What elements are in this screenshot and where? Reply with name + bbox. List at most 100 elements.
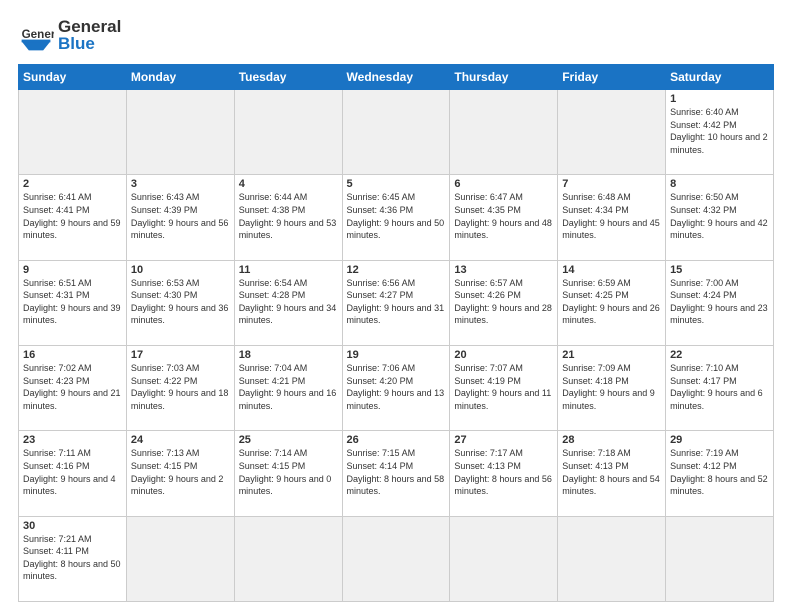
day-number: 7 <box>562 178 661 190</box>
day-info: Sunrise: 7:07 AM Sunset: 4:19 PM Dayligh… <box>454 362 553 412</box>
table-row <box>666 516 774 601</box>
table-row: 8Sunrise: 6:50 AM Sunset: 4:32 PM Daylig… <box>666 175 774 260</box>
day-number: 23 <box>23 434 122 446</box>
day-info: Sunrise: 7:03 AM Sunset: 4:22 PM Dayligh… <box>131 362 230 412</box>
day-info: Sunrise: 7:06 AM Sunset: 4:20 PM Dayligh… <box>347 362 446 412</box>
header-thursday: Thursday <box>450 65 558 90</box>
day-number: 15 <box>670 264 769 276</box>
day-info: Sunrise: 7:18 AM Sunset: 4:13 PM Dayligh… <box>562 447 661 497</box>
table-row: 2Sunrise: 6:41 AM Sunset: 4:41 PM Daylig… <box>19 175 127 260</box>
day-info: Sunrise: 6:44 AM Sunset: 4:38 PM Dayligh… <box>239 191 338 241</box>
header: General General Blue <box>18 18 774 54</box>
table-row <box>342 90 450 175</box>
header-sunday: Sunday <box>19 65 127 90</box>
day-number: 28 <box>562 434 661 446</box>
day-number: 2 <box>23 178 122 190</box>
day-number: 9 <box>23 264 122 276</box>
day-number: 3 <box>131 178 230 190</box>
calendar-week-row: 9Sunrise: 6:51 AM Sunset: 4:31 PM Daylig… <box>19 260 774 345</box>
day-number: 12 <box>347 264 446 276</box>
table-row: 14Sunrise: 6:59 AM Sunset: 4:25 PM Dayli… <box>558 260 666 345</box>
table-row <box>126 90 234 175</box>
day-info: Sunrise: 7:17 AM Sunset: 4:13 PM Dayligh… <box>454 447 553 497</box>
table-row: 11Sunrise: 6:54 AM Sunset: 4:28 PM Dayli… <box>234 260 342 345</box>
table-row: 27Sunrise: 7:17 AM Sunset: 4:13 PM Dayli… <box>450 431 558 516</box>
table-row: 12Sunrise: 6:56 AM Sunset: 4:27 PM Dayli… <box>342 260 450 345</box>
table-row: 25Sunrise: 7:14 AM Sunset: 4:15 PM Dayli… <box>234 431 342 516</box>
table-row: 17Sunrise: 7:03 AM Sunset: 4:22 PM Dayli… <box>126 345 234 430</box>
logo: General General Blue <box>18 18 121 54</box>
day-number: 18 <box>239 349 338 361</box>
table-row <box>126 516 234 601</box>
day-info: Sunrise: 6:56 AM Sunset: 4:27 PM Dayligh… <box>347 277 446 327</box>
header-friday: Friday <box>558 65 666 90</box>
day-info: Sunrise: 6:53 AM Sunset: 4:30 PM Dayligh… <box>131 277 230 327</box>
table-row: 26Sunrise: 7:15 AM Sunset: 4:14 PM Dayli… <box>342 431 450 516</box>
table-row: 16Sunrise: 7:02 AM Sunset: 4:23 PM Dayli… <box>19 345 127 430</box>
day-number: 16 <box>23 349 122 361</box>
table-row <box>342 516 450 601</box>
day-info: Sunrise: 6:43 AM Sunset: 4:39 PM Dayligh… <box>131 191 230 241</box>
day-number: 30 <box>23 520 122 532</box>
day-number: 4 <box>239 178 338 190</box>
table-row: 29Sunrise: 7:19 AM Sunset: 4:12 PM Dayli… <box>666 431 774 516</box>
calendar-week-row: 16Sunrise: 7:02 AM Sunset: 4:23 PM Dayli… <box>19 345 774 430</box>
day-info: Sunrise: 7:04 AM Sunset: 4:21 PM Dayligh… <box>239 362 338 412</box>
table-row: 24Sunrise: 7:13 AM Sunset: 4:15 PM Dayli… <box>126 431 234 516</box>
day-info: Sunrise: 6:54 AM Sunset: 4:28 PM Dayligh… <box>239 277 338 327</box>
table-row: 18Sunrise: 7:04 AM Sunset: 4:21 PM Dayli… <box>234 345 342 430</box>
day-number: 22 <box>670 349 769 361</box>
day-number: 6 <box>454 178 553 190</box>
calendar-week-row: 23Sunrise: 7:11 AM Sunset: 4:16 PM Dayli… <box>19 431 774 516</box>
day-info: Sunrise: 7:21 AM Sunset: 4:11 PM Dayligh… <box>23 533 122 583</box>
calendar-week-row: 30Sunrise: 7:21 AM Sunset: 4:11 PM Dayli… <box>19 516 774 601</box>
day-info: Sunrise: 6:59 AM Sunset: 4:25 PM Dayligh… <box>562 277 661 327</box>
day-info: Sunrise: 6:50 AM Sunset: 4:32 PM Dayligh… <box>670 191 769 241</box>
day-number: 1 <box>670 93 769 105</box>
table-row <box>19 90 127 175</box>
day-info: Sunrise: 6:45 AM Sunset: 4:36 PM Dayligh… <box>347 191 446 241</box>
calendar-table: Sunday Monday Tuesday Wednesday Thursday… <box>18 64 774 602</box>
day-number: 11 <box>239 264 338 276</box>
day-info: Sunrise: 7:00 AM Sunset: 4:24 PM Dayligh… <box>670 277 769 327</box>
table-row: 21Sunrise: 7:09 AM Sunset: 4:18 PM Dayli… <box>558 345 666 430</box>
table-row <box>558 90 666 175</box>
header-tuesday: Tuesday <box>234 65 342 90</box>
table-row: 1Sunrise: 6:40 AM Sunset: 4:42 PM Daylig… <box>666 90 774 175</box>
day-info: Sunrise: 7:13 AM Sunset: 4:15 PM Dayligh… <box>131 447 230 497</box>
day-number: 5 <box>347 178 446 190</box>
day-number: 27 <box>454 434 553 446</box>
day-number: 10 <box>131 264 230 276</box>
svg-text:General: General <box>22 28 54 41</box>
day-number: 21 <box>562 349 661 361</box>
table-row: 10Sunrise: 6:53 AM Sunset: 4:30 PM Dayli… <box>126 260 234 345</box>
day-number: 20 <box>454 349 553 361</box>
table-row: 13Sunrise: 6:57 AM Sunset: 4:26 PM Dayli… <box>450 260 558 345</box>
day-info: Sunrise: 7:11 AM Sunset: 4:16 PM Dayligh… <box>23 447 122 497</box>
header-wednesday: Wednesday <box>342 65 450 90</box>
header-saturday: Saturday <box>666 65 774 90</box>
header-monday: Monday <box>126 65 234 90</box>
table-row: 3Sunrise: 6:43 AM Sunset: 4:39 PM Daylig… <box>126 175 234 260</box>
table-row: 22Sunrise: 7:10 AM Sunset: 4:17 PM Dayli… <box>666 345 774 430</box>
weekday-header-row: Sunday Monday Tuesday Wednesday Thursday… <box>19 65 774 90</box>
day-number: 14 <box>562 264 661 276</box>
day-number: 8 <box>670 178 769 190</box>
table-row: 30Sunrise: 7:21 AM Sunset: 4:11 PM Dayli… <box>19 516 127 601</box>
day-info: Sunrise: 7:02 AM Sunset: 4:23 PM Dayligh… <box>23 362 122 412</box>
table-row: 23Sunrise: 7:11 AM Sunset: 4:16 PM Dayli… <box>19 431 127 516</box>
day-info: Sunrise: 7:15 AM Sunset: 4:14 PM Dayligh… <box>347 447 446 497</box>
table-row <box>450 516 558 601</box>
day-info: Sunrise: 7:14 AM Sunset: 4:15 PM Dayligh… <box>239 447 338 497</box>
day-number: 25 <box>239 434 338 446</box>
table-row: 4Sunrise: 6:44 AM Sunset: 4:38 PM Daylig… <box>234 175 342 260</box>
table-row: 6Sunrise: 6:47 AM Sunset: 4:35 PM Daylig… <box>450 175 558 260</box>
day-number: 26 <box>347 434 446 446</box>
table-row: 5Sunrise: 6:45 AM Sunset: 4:36 PM Daylig… <box>342 175 450 260</box>
day-info: Sunrise: 6:47 AM Sunset: 4:35 PM Dayligh… <box>454 191 553 241</box>
table-row <box>234 516 342 601</box>
day-info: Sunrise: 6:40 AM Sunset: 4:42 PM Dayligh… <box>670 106 769 156</box>
table-row <box>558 516 666 601</box>
day-number: 29 <box>670 434 769 446</box>
logo-icon: General <box>18 18 54 54</box>
